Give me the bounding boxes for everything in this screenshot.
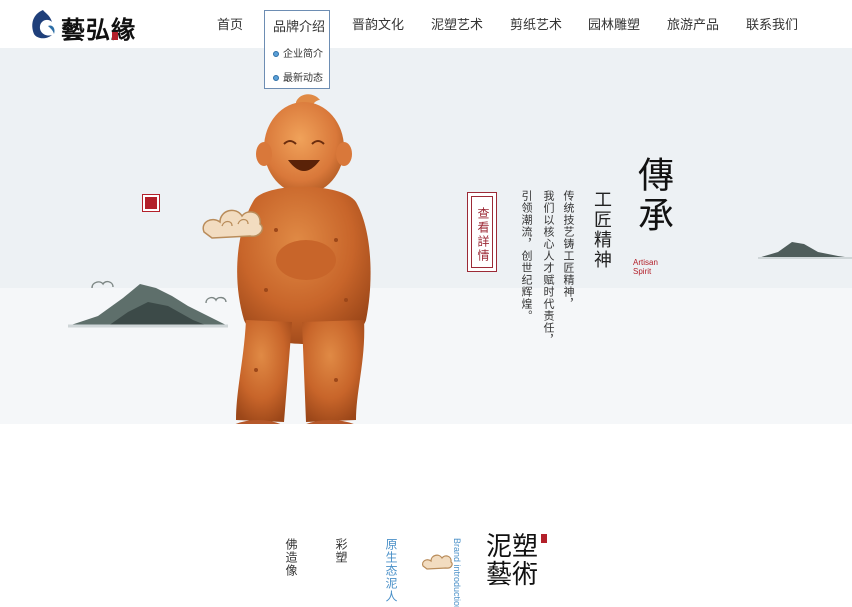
hero-banner: 傳承 Artisan Spirit 工匠精神 传统技艺铸工匠精神， 我们以核心人… bbox=[0, 48, 852, 424]
view-details-button[interactable]: 查看詳情 bbox=[467, 192, 497, 272]
golden-cloud-icon bbox=[202, 209, 264, 239]
dropdown-item-label: 企业简介 bbox=[283, 49, 323, 60]
site-logo[interactable]: 藝弘緣 bbox=[28, 6, 138, 44]
nav-clay-art[interactable]: 泥塑艺术 bbox=[431, 14, 483, 33]
banner-en-line1: Artisan bbox=[633, 258, 658, 267]
dropdown-item-latest-news[interactable]: 最新动态 bbox=[273, 69, 323, 84]
nav-brand-intro[interactable]: 品牌介绍 bbox=[273, 16, 325, 35]
banner-subtitle: 工匠精神 bbox=[591, 190, 612, 270]
brand-intro-dropdown[interactable]: 品牌介绍 企业简介 最新动态 bbox=[264, 10, 330, 89]
bullet-dot-icon bbox=[273, 75, 279, 82]
nav-tourism-products[interactable]: 旅游产品 bbox=[667, 14, 719, 33]
banner-desc-line-3: 引领潮流，创世纪辉煌。 bbox=[520, 190, 533, 322]
banner-en-subtitle: Artisan Spirit bbox=[633, 258, 658, 276]
wave-logo-icon bbox=[32, 10, 55, 39]
dropdown-item-company-profile[interactable]: 企业简介 bbox=[273, 45, 323, 60]
red-seal-stamp bbox=[142, 194, 160, 212]
bullet-dot-icon bbox=[273, 51, 279, 58]
nav-garden-sculpture[interactable]: 园林雕塑 bbox=[588, 14, 640, 33]
banner-desc-line-2: 我们以核心人才赋时代责任， bbox=[542, 190, 555, 346]
logo-seal bbox=[112, 32, 118, 40]
banner-en-line2: Spirit bbox=[633, 267, 652, 276]
view-details-label: 查看詳情 bbox=[476, 207, 490, 263]
category-buddha-statue[interactable]: 佛造像 bbox=[283, 538, 300, 577]
banner-big-title: 傳承 bbox=[632, 156, 673, 236]
site-header: 藝弘緣 首页 晋韵文化 泥塑艺术 剪纸艺术 园林雕塑 旅游产品 联系我们 bbox=[0, 0, 852, 48]
clay-figurine-image bbox=[235, 94, 371, 424]
nav-papercut-art[interactable]: 剪纸艺术 bbox=[510, 14, 562, 33]
dropdown-item-label: 最新动态 bbox=[283, 73, 323, 84]
brand-introduction-en: Brand introduction bbox=[452, 538, 462, 607]
banner-desc-line-1: 传统技艺铸工匠精神， bbox=[562, 190, 575, 310]
nav-home[interactable]: 首页 bbox=[217, 14, 243, 33]
brand-title-clay-art: 泥塑藝術 bbox=[486, 532, 539, 590]
small-golden-cloud-icon bbox=[422, 554, 453, 570]
brand-seal bbox=[541, 534, 547, 543]
mountain-right-image bbox=[758, 242, 852, 259]
cloud-swirl-left-icon bbox=[91, 280, 114, 289]
category-original-clay-figure[interactable]: 原生态泥人 bbox=[383, 538, 400, 603]
category-painted-sculpture[interactable]: 彩塑 bbox=[333, 538, 350, 564]
nav-contact-us[interactable]: 联系我们 bbox=[746, 14, 798, 33]
nav-jinyun-culture[interactable]: 晋韵文化 bbox=[352, 14, 404, 33]
logo-text: 藝弘緣 bbox=[61, 15, 136, 44]
